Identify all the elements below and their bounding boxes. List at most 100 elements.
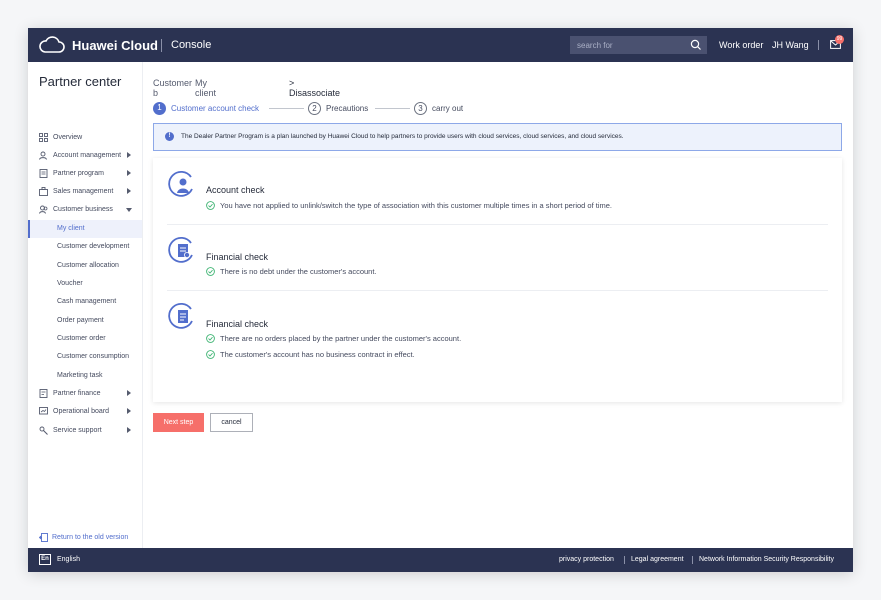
search-box[interactable] xyxy=(570,36,707,54)
check-result-text: The customer's account has no business c… xyxy=(220,350,415,359)
console-link[interactable]: Console xyxy=(171,39,211,51)
breadcrumb-item-my-client[interactable]: My client xyxy=(195,78,216,98)
sidebar-item-label: Operational board xyxy=(53,408,110,415)
step-label-2: Precautions xyxy=(326,104,369,113)
header-separator xyxy=(818,40,819,50)
sidebar-item-customer-business[interactable]: Customer business xyxy=(28,201,142,219)
user-menu[interactable]: JH Wang xyxy=(772,40,809,50)
chevron-down-icon xyxy=(126,208,132,212)
chevron-right-icon xyxy=(127,188,131,194)
chevron-right-icon xyxy=(127,408,131,414)
sidebar-item-operational-board[interactable]: Operational board xyxy=(28,403,142,421)
cloud-logo-icon[interactable] xyxy=(39,36,65,54)
breadcrumb-current: > Disassociate xyxy=(289,78,341,98)
breadcrumb-item-customer-business[interactable]: Customer b xyxy=(153,78,192,98)
sidebar-item-partner-program[interactable]: Partner program xyxy=(28,165,142,183)
sidebar-item-account-management[interactable]: Account management xyxy=(28,147,142,165)
sidebar-subitem-customer-development[interactable]: Customer development xyxy=(28,238,142,256)
sidebar-item-overview[interactable]: Overview xyxy=(28,129,142,147)
info-icon: ! xyxy=(165,132,174,141)
sidebar-subitem-label: Customer consumption xyxy=(57,353,129,360)
sidebar-subitem-marketing-task[interactable]: Marketing task xyxy=(28,367,142,385)
step-connector xyxy=(269,108,304,109)
sidebar-subitem-order-payment[interactable]: Order payment xyxy=(28,312,142,330)
sidebar-item-label: Partner finance xyxy=(53,390,101,397)
check-result-text: There is no debt under the customer's ac… xyxy=(220,267,377,276)
sidebar-item-label: Service support xyxy=(53,427,102,434)
sidebar-item-label: Sales management xyxy=(53,188,114,195)
sidebar-subitem-cash-management[interactable]: Cash management xyxy=(28,293,142,311)
main-content: Customer b My client > Disassociate 1 Cu… xyxy=(143,62,853,548)
check-circle-icon xyxy=(206,201,215,210)
sidebar-subitem-customer-order[interactable]: Customer order xyxy=(28,330,142,348)
footer-separator xyxy=(624,556,625,564)
section-divider xyxy=(167,224,828,225)
sidebar-subitem-customer-consumption[interactable]: Customer consumption xyxy=(28,348,142,366)
sidebar-item-service-support[interactable]: Service support xyxy=(28,422,142,440)
sidebar-subitem-voucher[interactable]: Voucher xyxy=(28,275,142,293)
user-gear-icon xyxy=(39,151,47,160)
check-result-text: You have not applied to unlink/switch th… xyxy=(220,201,613,210)
grid-icon xyxy=(39,133,48,142)
sidebar-subitem-customer-allocation[interactable]: Customer allocation xyxy=(28,257,142,275)
search-icon[interactable] xyxy=(690,39,702,51)
finance-icon xyxy=(39,389,48,398)
sidebar-subitem-label: Marketing task xyxy=(57,372,103,379)
sidebar-subitem-label: Customer development xyxy=(57,243,130,250)
check-title: Financial check xyxy=(206,319,269,329)
step-label-1: Customer account check xyxy=(171,104,260,113)
step-connector xyxy=(375,108,410,109)
briefcase-icon xyxy=(39,187,48,196)
footer-link-privacy[interactable]: privacy protection xyxy=(559,556,614,563)
work-order-link[interactable]: Work order xyxy=(719,40,763,50)
document-icon xyxy=(39,169,48,178)
chart-board-icon xyxy=(39,407,48,415)
sidebar-subitem-label: Customer order xyxy=(57,335,106,342)
sidebar-subitem-label: My client xyxy=(57,225,85,232)
footer-bar: En English privacy protection Legal agre… xyxy=(28,548,853,572)
cancel-button[interactable]: cancel xyxy=(210,413,253,432)
mail-badge: 99 xyxy=(835,35,844,44)
check-card: Account check You have not applied to un… xyxy=(153,158,842,402)
sidebar-item-label: Customer business xyxy=(53,206,113,213)
step-label-3: carry out xyxy=(432,104,464,113)
check-title: Account check xyxy=(206,185,265,195)
language-icon[interactable]: En xyxy=(39,554,51,565)
return-icon xyxy=(39,533,48,542)
sidebar: Partner center Overview Account manageme… xyxy=(28,62,143,548)
financial-check-icon xyxy=(168,302,193,329)
search-input[interactable] xyxy=(577,39,682,51)
header-divider xyxy=(161,39,162,52)
chevron-right-icon xyxy=(127,390,131,396)
console-window: Huawei Cloud Console Work order JH Wang … xyxy=(28,28,853,572)
chevron-right-icon xyxy=(127,152,131,158)
step-number-1: 1 xyxy=(153,102,166,115)
sidebar-subitem-label: Order payment xyxy=(57,317,104,324)
sidebar-item-label: Overview xyxy=(53,134,83,141)
chevron-right-icon xyxy=(127,427,131,433)
sidebar-item-partner-finance[interactable]: Partner finance xyxy=(28,385,142,403)
sidebar-subitem-label: Cash management xyxy=(57,298,117,305)
footer-link-security[interactable]: Network Information Security Responsibil… xyxy=(699,556,834,563)
step-number-3: 3 xyxy=(414,102,427,115)
footer-separator xyxy=(692,556,693,564)
step-number-2: 2 xyxy=(308,102,321,115)
chevron-right-icon xyxy=(127,170,131,176)
sidebar-item-sales-management[interactable]: Sales management xyxy=(28,183,142,201)
check-circle-icon xyxy=(206,334,215,343)
people-icon xyxy=(39,205,48,214)
footer-link-legal[interactable]: Legal agreement xyxy=(631,556,684,563)
sidebar-item-label: Partner program xyxy=(53,170,104,177)
check-title: Financial check xyxy=(206,252,269,262)
top-navigation-bar: Huawei Cloud Console Work order JH Wang … xyxy=(28,28,853,62)
account-check-icon xyxy=(168,170,193,197)
sidebar-subitem-label: Voucher xyxy=(57,280,83,287)
next-step-button[interactable]: Next step xyxy=(153,413,204,432)
return-old-version-label: Return to the old version xyxy=(52,534,129,541)
language-selector[interactable]: English xyxy=(57,556,80,563)
sidebar-subitem-label: Customer allocation xyxy=(57,262,119,269)
section-divider xyxy=(167,290,828,291)
sidebar-subitem-my-client[interactable]: My client xyxy=(28,220,142,238)
brand-name[interactable]: Huawei Cloud xyxy=(72,38,158,53)
info-notice: ! The Dealer Partner Program is a plan l… xyxy=(153,123,842,151)
